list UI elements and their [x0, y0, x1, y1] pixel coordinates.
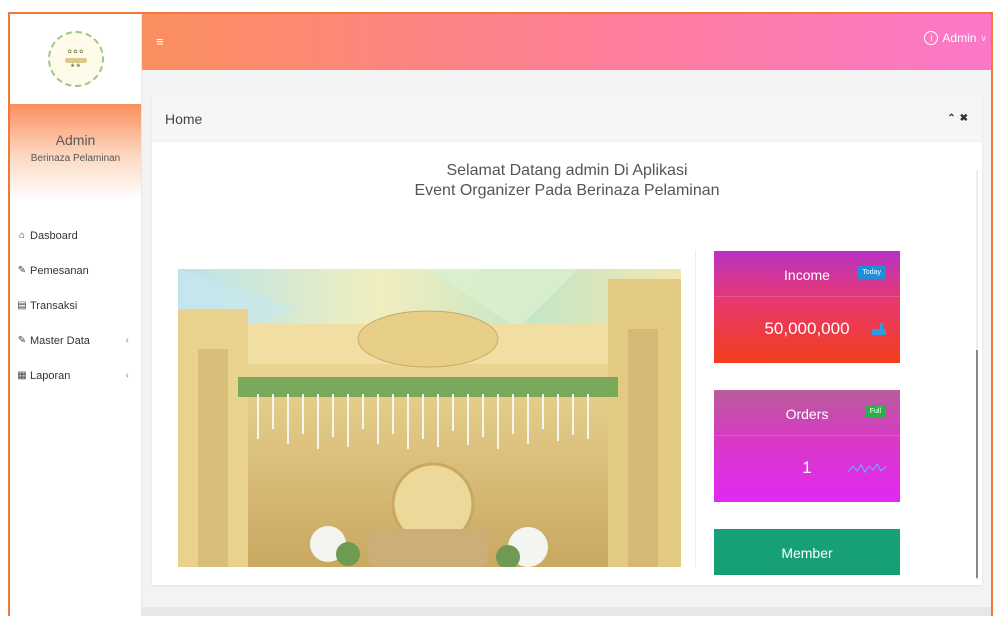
sidebar-nav: ⌂ Dasboard ✎ Pemesanan ▤ Transaksi ✎ Mas… — [10, 218, 141, 393]
close-icon[interactable]: ✖ — [960, 113, 972, 124]
sidebar-item-label: Transaksi — [30, 299, 78, 312]
sparkline-icon — [848, 463, 886, 473]
image-container — [169, 250, 696, 567]
panel-title: Home — [165, 111, 203, 127]
profile-subtitle: Berinaza Pelaminan — [30, 153, 121, 164]
sidebar-item-label: Master Data — [30, 334, 90, 347]
sidebar-item-dasboard[interactable]: ⌂ Dasboard — [10, 218, 141, 253]
welcome-message: Selamat Datang admin Di Aplikasi Event O… — [152, 161, 982, 201]
menu-toggle-icon[interactable]: ≡ — [156, 34, 164, 49]
orders-badge: Full — [864, 405, 886, 418]
welcome-line-1: Selamat Datang admin Di Aplikasi — [446, 162, 688, 179]
top-header: ≡ i Admin ∨ — [142, 14, 991, 70]
user-label: Admin — [942, 31, 977, 45]
income-badge: Today — [857, 266, 886, 279]
chevron-left-icon: ‹ — [125, 335, 129, 346]
scrollbar-thumb[interactable] — [976, 350, 978, 578]
bar-chart-icon — [872, 323, 886, 335]
sidebar-item-label: Laporan — [30, 369, 71, 382]
brand-logo[interactable]: ✿ ✿ ✿ ❀ ❀ — [47, 31, 104, 87]
home-icon: ⌂ — [18, 230, 26, 241]
calendar-icon: ▦ — [17, 370, 27, 381]
wedding-decoration-photo — [178, 269, 681, 567]
income-card: Income Today 50,000,000 — [714, 251, 900, 363]
sidebar-item-label: Dasboard — [30, 229, 78, 242]
sidebar-item-laporan[interactable]: ▦ Laporan ‹ — [10, 358, 141, 393]
chevron-down-icon: ∨ — [980, 32, 987, 43]
sidebar: ✿ ✿ ✿ ❀ ❀ Admin Berinaza Pelaminan ⌂ Das… — [10, 14, 142, 616]
edit-icon: ✎ — [17, 335, 27, 346]
wedding-photo-graphic — [178, 269, 681, 567]
app-window: ✿ ✿ ✿ ❀ ❀ Admin Berinaza Pelaminan ⌂ Das… — [8, 12, 993, 616]
pencil-icon: ✎ — [17, 265, 27, 276]
main-content: Home ⌃✖ Selamat Datang admin Di Aplikasi… — [142, 70, 991, 616]
footer-bar — [142, 607, 991, 616]
collapse-icon[interactable]: ⌃ — [947, 113, 959, 124]
panel-header: Home ⌃✖ — [152, 97, 982, 142]
member-title: Member — [781, 545, 833, 561]
stats-column: Income Today 50,000,000 Orders Full 1 Me… — [714, 251, 900, 602]
orders-card: Orders Full 1 — [714, 390, 900, 502]
profile-name: Admin — [55, 132, 96, 148]
sidebar-item-label: Pemesanan — [30, 264, 89, 277]
book-icon: ▤ — [17, 300, 27, 311]
sidebar-item-transaksi[interactable]: ▤ Transaksi — [10, 288, 141, 323]
user-menu[interactable]: i Admin ∨ — [924, 31, 987, 45]
panel-tools[interactable]: ⌃✖ — [947, 113, 972, 124]
logo-area: ✿ ✿ ✿ ❀ ❀ — [10, 14, 141, 104]
member-card: Member — [714, 529, 900, 575]
user-icon: i — [924, 31, 939, 45]
sidebar-item-master-data[interactable]: ✎ Master Data ‹ — [10, 323, 141, 358]
sidebar-item-pemesanan[interactable]: ✎ Pemesanan — [10, 253, 141, 288]
home-panel: Home ⌃✖ Selamat Datang admin Di Aplikasi… — [152, 97, 982, 585]
welcome-line-2: Event Organizer Pada Berinaza Pelaminan — [414, 182, 720, 199]
chevron-left-icon: ‹ — [125, 370, 129, 381]
user-profile: Admin Berinaza Pelaminan — [10, 104, 141, 200]
